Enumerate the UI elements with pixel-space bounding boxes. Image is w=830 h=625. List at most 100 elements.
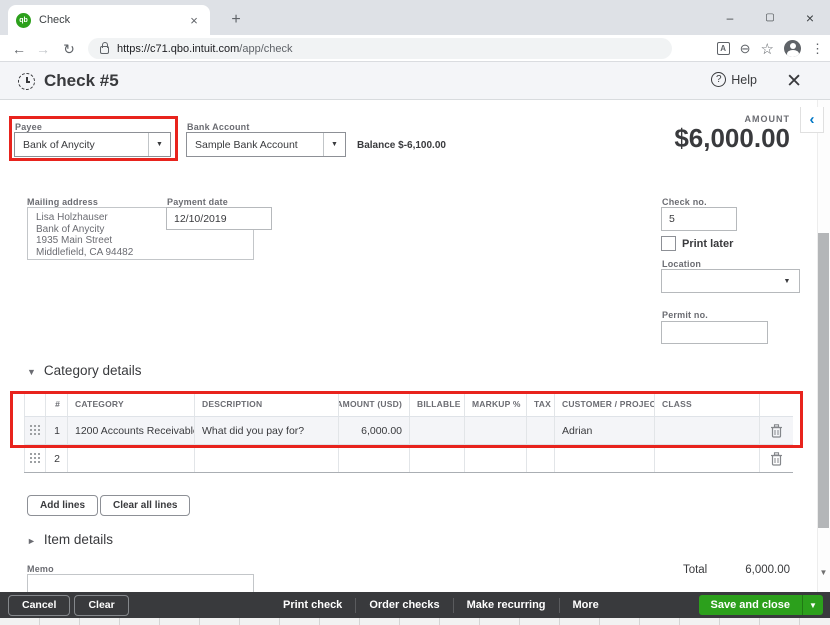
category-details-section-header[interactable]: ▼Category details: [27, 363, 141, 378]
url-path: /app/check: [239, 43, 292, 55]
minimize-button[interactable]: –: [710, 11, 750, 25]
col-header-amount: AMOUNT (USD): [339, 392, 410, 416]
print-later-checkbox[interactable]: [661, 236, 676, 251]
add-lines-button[interactable]: Add lines: [27, 495, 98, 516]
drag-handle-icon: [30, 453, 41, 464]
expand-triangle-icon: ►: [27, 536, 36, 546]
payee-label: Payee: [15, 122, 42, 132]
collapse-panel-button[interactable]: ‹: [800, 107, 824, 133]
browser-tab[interactable]: qb Check ×: [8, 5, 210, 35]
customer-cell[interactable]: [555, 445, 655, 472]
translate-icon[interactable]: A: [717, 42, 730, 55]
quickbooks-favicon-icon: qb: [16, 13, 31, 28]
help-button[interactable]: ? Help: [711, 72, 757, 87]
category-cell[interactable]: 1200 Accounts Receivable: [68, 417, 195, 444]
footer-action-bar: Cancel Clear Print check Order checks Ma…: [0, 592, 830, 618]
window-close-button[interactable]: ×: [790, 10, 830, 26]
permit-no-input[interactable]: [661, 321, 768, 344]
delete-row-button[interactable]: [760, 445, 793, 472]
location-label: Location: [662, 259, 701, 269]
delete-row-button[interactable]: [760, 417, 793, 444]
browser-toolbar: ← → ↻ https://c71.qbo.intuit.com/app/che…: [0, 35, 830, 62]
bank-account-label: Bank Account: [187, 122, 250, 132]
payee-value: Bank of Anycity: [15, 139, 148, 151]
browser-menu-icon[interactable]: ⋮: [811, 41, 824, 57]
clear-button[interactable]: Clear: [74, 595, 128, 616]
drag-handle-icon: [30, 425, 41, 436]
back-icon[interactable]: ←: [8, 38, 30, 60]
trash-icon: [770, 424, 783, 438]
zoom-out-icon[interactable]: ⊖: [740, 41, 751, 57]
recent-transactions-icon[interactable]: [18, 73, 35, 90]
scrollbar-thumb[interactable]: [818, 233, 829, 528]
amount-cell[interactable]: 6,000.00: [339, 417, 410, 444]
class-cell[interactable]: [655, 445, 760, 472]
save-and-close-button[interactable]: Save and close ▼: [699, 595, 824, 615]
print-later-control: Print later: [661, 236, 733, 251]
lock-icon: [100, 46, 109, 54]
location-select[interactable]: ▼: [661, 269, 800, 293]
description-cell[interactable]: What did you pay for?: [195, 417, 339, 444]
more-button[interactable]: More: [560, 599, 612, 611]
col-header-description: DESCRIPTION: [195, 392, 339, 416]
table-row: 1 1200 Accounts Receivable What did you …: [24, 417, 793, 445]
save-options-dropdown-icon[interactable]: ▼: [802, 595, 823, 615]
item-details-title: Item details: [44, 532, 113, 547]
bank-account-select[interactable]: Sample Bank Account ▼: [186, 132, 346, 157]
billable-cell[interactable]: [410, 417, 465, 444]
tab-title: Check: [39, 14, 186, 26]
check-no-input[interactable]: [661, 207, 737, 231]
cancel-button[interactable]: Cancel: [8, 595, 70, 616]
payee-dropdown-icon[interactable]: ▼: [148, 133, 170, 156]
markup-cell[interactable]: [465, 417, 527, 444]
make-recurring-button[interactable]: Make recurring: [454, 599, 559, 611]
total-value: 6,000.00: [745, 564, 790, 576]
tax-cell[interactable]: [527, 417, 555, 444]
vertical-scrollbar[interactable]: ▼: [817, 100, 830, 618]
total-row: Total 6,000.00: [683, 564, 790, 576]
close-check-icon[interactable]: ✕: [786, 70, 802, 93]
forward-icon[interactable]: →: [32, 38, 54, 60]
mailing-address-line: Middlefield, CA 94482: [36, 247, 245, 259]
amount-cell[interactable]: [339, 445, 410, 472]
reload-icon[interactable]: ↻: [58, 38, 80, 60]
markup-cell[interactable]: [465, 445, 527, 472]
customer-cell[interactable]: Adrian: [555, 417, 655, 444]
payment-date-input[interactable]: [166, 207, 272, 230]
clear-all-lines-button[interactable]: Clear all lines: [100, 495, 190, 516]
col-header-tax: TAX: [527, 392, 555, 416]
description-cell[interactable]: [195, 445, 339, 472]
tax-cell[interactable]: [527, 445, 555, 472]
footer-links: Print check Order checks Make recurring …: [270, 592, 612, 618]
bank-account-value: Sample Bank Account: [187, 139, 323, 151]
item-details-section-header[interactable]: ► Item details: [27, 532, 113, 547]
location-dropdown-icon[interactable]: ▼: [775, 278, 799, 285]
bookmark-star-icon[interactable]: ☆: [761, 40, 774, 58]
profile-avatar-icon[interactable]: [784, 40, 801, 57]
address-bar[interactable]: https://c71.qbo.intuit.com/app/check: [88, 38, 672, 59]
col-header-category: CATEGORY: [68, 392, 195, 416]
class-cell[interactable]: [655, 417, 760, 444]
row-drag-handle[interactable]: [24, 445, 46, 472]
col-header-billable: BILLABLE: [410, 392, 465, 416]
maximize-button[interactable]: ▢: [750, 12, 790, 23]
trash-icon: [770, 452, 783, 466]
row-drag-handle[interactable]: [24, 417, 46, 444]
col-header-markup: MARKUP %: [465, 392, 527, 416]
new-tab-button[interactable]: +: [224, 8, 248, 32]
toolbar-right-icons: A ⊖ ☆ ⋮: [717, 38, 824, 59]
payee-select[interactable]: Bank of Anycity ▼: [14, 132, 171, 157]
billable-cell[interactable]: [410, 445, 465, 472]
scroll-down-icon[interactable]: ▼: [818, 568, 829, 577]
mailing-address-label: Mailing address: [27, 197, 98, 207]
mailing-address-line: 1935 Main Street: [36, 235, 245, 247]
order-checks-button[interactable]: Order checks: [356, 599, 452, 611]
print-later-label: Print later: [682, 238, 733, 250]
bank-account-dropdown-icon[interactable]: ▼: [323, 133, 345, 156]
row-number: 2: [46, 445, 68, 472]
tab-close-icon[interactable]: ×: [186, 13, 202, 28]
print-check-button[interactable]: Print check: [270, 599, 355, 611]
payment-date-label: Payment date: [167, 197, 228, 207]
memo-label: Memo: [27, 564, 54, 574]
category-cell[interactable]: [68, 445, 195, 472]
